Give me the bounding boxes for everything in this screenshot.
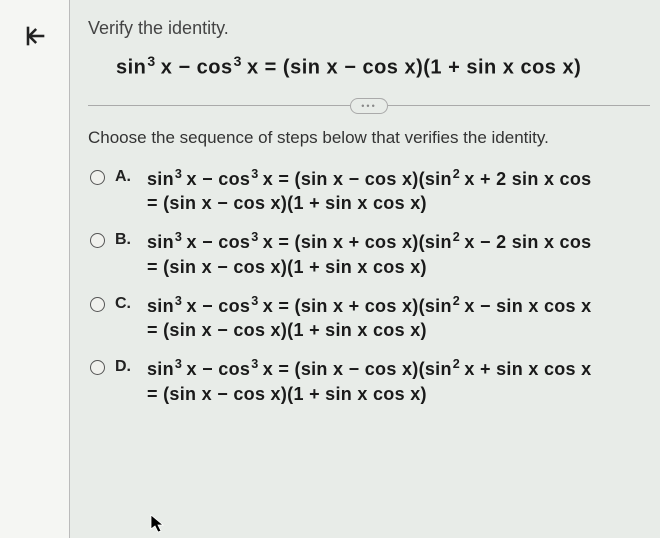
option-equation-line1: sin3 x − cos3 x = (sin x + cos x)(sin2 x… [147,229,650,254]
option-d[interactable]: D. sin3 x − cos3 x = (sin x − cos x)(sin… [88,356,650,406]
expand-badge[interactable]: ••• [350,98,387,114]
section-divider: ••• [88,98,650,114]
cursor-icon [150,514,166,534]
back-button[interactable] [17,18,53,54]
arrow-left-bar-icon [21,22,49,50]
option-equation-line1: sin3 x − cos3 x = (sin x − cos x)(sin2 x… [147,166,650,191]
option-c[interactable]: C. sin3 x − cos3 x = (sin x + cos x)(sin… [88,293,650,343]
option-body: sin3 x − cos3 x = (sin x + cos x)(sin2 x… [147,293,650,343]
subprompt-text: Choose the sequence of steps below that … [88,128,650,148]
radio-b[interactable] [90,233,105,248]
option-body: sin3 x − cos3 x = (sin x − cos x)(sin2 x… [147,356,650,406]
option-body: sin3 x − cos3 x = (sin x + cos x)(sin2 x… [147,229,650,279]
options-list: A. sin3 x − cos3 x = (sin x − cos x)(sin… [88,166,650,406]
divider-line [88,105,350,106]
option-a[interactable]: A. sin3 x − cos3 x = (sin x − cos x)(sin… [88,166,650,216]
option-label: D. [115,356,137,376]
option-equation-line1: sin3 x − cos3 x = (sin x + cos x)(sin2 x… [147,293,650,318]
option-body: sin3 x − cos3 x = (sin x − cos x)(sin2 x… [147,166,650,216]
content-area: Verify the identity. sin3 x − cos3 x = (… [70,0,660,538]
left-rail [0,0,70,538]
option-equation-line1: sin3 x − cos3 x = (sin x − cos x)(sin2 x… [147,356,650,381]
option-label: B. [115,229,137,249]
option-label: A. [115,166,137,186]
prompt-text: Verify the identity. [88,18,650,39]
option-equation-line2: = (sin x − cos x)(1 + sin x cos x) [147,382,650,406]
option-b[interactable]: B. sin3 x − cos3 x = (sin x + cos x)(sin… [88,229,650,279]
radio-d[interactable] [90,360,105,375]
option-label: C. [115,293,137,313]
option-equation-line2: = (sin x − cos x)(1 + sin x cos x) [147,191,650,215]
divider-line [388,105,650,106]
radio-a[interactable] [90,170,105,185]
radio-c[interactable] [90,297,105,312]
option-equation-line2: = (sin x − cos x)(1 + sin x cos x) [147,318,650,342]
option-equation-line2: = (sin x − cos x)(1 + sin x cos x) [147,255,650,279]
identity-equation: sin3 x − cos3 x = (sin x − cos x)(1 + si… [88,53,650,80]
